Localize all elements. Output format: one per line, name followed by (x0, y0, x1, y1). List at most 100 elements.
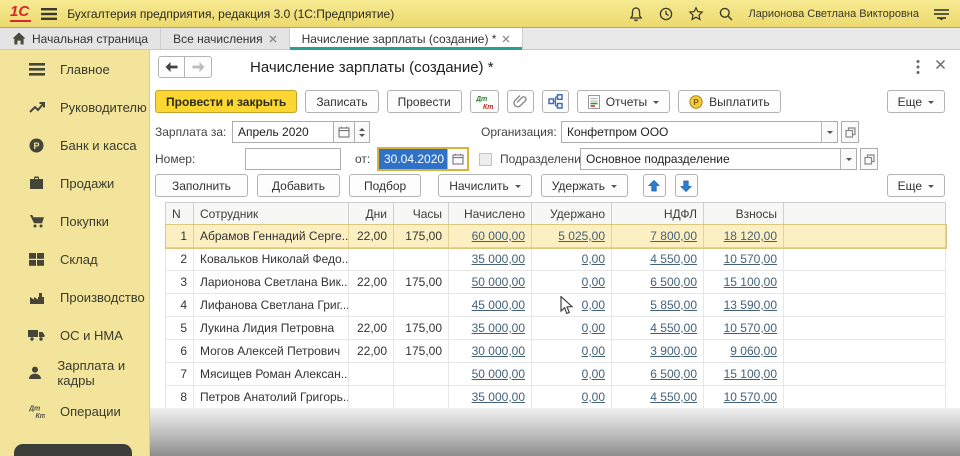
cell-fees[interactable]: 15 100,00 (704, 271, 784, 294)
cell-accrued[interactable]: 50 000,00 (449, 363, 532, 386)
dropdown-button[interactable] (821, 122, 837, 142)
cell-hours[interactable]: 175,00 (394, 317, 449, 340)
cell-ndfl[interactable]: 7 800,00 (612, 225, 704, 248)
cell-employee[interactable]: Лукина Лидия Петровна (194, 317, 349, 340)
more-button-table[interactable]: Еще (887, 174, 945, 197)
cell-days[interactable] (349, 248, 394, 271)
number-input[interactable] (245, 148, 341, 170)
add-button[interactable]: Добавить (257, 174, 340, 197)
cell-withheld[interactable]: 0,00 (532, 386, 612, 409)
col-header-ndfl[interactable]: НДФЛ (612, 203, 704, 225)
sidebar-item-bank-cash[interactable]: Р Банк и касса (0, 126, 149, 164)
date-input-focused[interactable]: 30.04.2020 (377, 147, 469, 171)
tab-home[interactable]: Начальная страница (0, 28, 161, 49)
cell-row-number[interactable]: 4 (166, 294, 194, 317)
col-header-withheld[interactable]: Удержано (532, 203, 612, 225)
cell-hours[interactable]: 175,00 (394, 340, 449, 363)
cell-accrued[interactable]: 45 000,00 (449, 294, 532, 317)
open-organization-button[interactable] (841, 121, 859, 143)
write-button[interactable]: Записать (305, 90, 378, 113)
fill-button[interactable]: Заполнить (155, 174, 248, 197)
cell-employee[interactable]: Абрамов Геннадий Серге... (194, 225, 349, 248)
cell-ndfl[interactable]: 3 900,00 (612, 340, 704, 363)
kebab-menu-icon[interactable] (916, 59, 920, 75)
accrue-button[interactable]: Начислить (438, 174, 531, 197)
cell-days[interactable]: 22,00 (349, 271, 394, 294)
cell-employee[interactable]: Мясищев Роман Алексан... (194, 363, 349, 386)
form-close-icon[interactable] (935, 59, 946, 70)
tab-close-icon[interactable] (502, 35, 510, 43)
current-user-name[interactable]: Ларионова Светлана Викторовна (748, 8, 919, 20)
tab-close-icon[interactable] (269, 35, 277, 43)
attachments-button[interactable] (507, 90, 534, 113)
cell-employee[interactable]: Петров Анатолий Григорь... (194, 386, 349, 409)
cell-employee[interactable]: Ларионова Светлана Вик... (194, 271, 349, 294)
cell-withheld[interactable]: 5 025,00 (532, 225, 612, 248)
post-and-close-button[interactable]: Провести и закрыть (155, 90, 297, 113)
cell-hours[interactable]: 175,00 (394, 225, 449, 248)
organization-input[interactable]: Конфетпром ООО (561, 121, 838, 143)
cell-row-number[interactable]: 6 (166, 340, 194, 363)
table-row[interactable]: 2 Ковальков Николай Федо... 35 000,00 0,… (166, 248, 946, 271)
cell-ndfl[interactable]: 5 850,00 (612, 294, 704, 317)
table-row[interactable]: 5 Лукина Лидия Петровна 22,00 175,00 35 … (166, 317, 946, 340)
sidebar-item-sales[interactable]: Продажи (0, 164, 149, 202)
cell-fees[interactable]: 9 060,00 (704, 340, 784, 363)
cell-hours[interactable] (394, 386, 449, 409)
cell-fees[interactable]: 10 570,00 (704, 248, 784, 271)
col-header-employee[interactable]: Сотрудник (194, 203, 349, 225)
pick-button[interactable]: Подбор (349, 174, 421, 197)
structure-links-button[interactable] (542, 90, 569, 113)
cell-days[interactable]: 22,00 (349, 317, 394, 340)
cell-ndfl[interactable]: 6 500,00 (612, 271, 704, 294)
salary-period-input[interactable]: Апрель 2020 (232, 121, 334, 143)
cell-employee[interactable]: Лифанова Светлана Григ... (194, 294, 349, 317)
sidebar-item-production[interactable]: Производство (0, 278, 149, 316)
tab-payroll-accrual[interactable]: Начисление зарплаты (создание) * (290, 28, 524, 49)
sidebar-next-item-stub[interactable] (14, 444, 132, 456)
hamburger-menu-icon[interactable] (41, 7, 57, 21)
cell-row-number[interactable]: 3 (166, 271, 194, 294)
cell-fees[interactable]: 15 100,00 (704, 363, 784, 386)
back-button[interactable] (158, 56, 185, 78)
move-row-down-button[interactable] (675, 174, 698, 197)
calendar-picker-button[interactable] (447, 149, 467, 169)
sidebar-item-fixed-assets[interactable]: ОС и НМА (0, 316, 149, 354)
cell-row-number[interactable]: 8 (166, 386, 194, 409)
cell-accrued[interactable]: 60 000,00 (449, 225, 532, 248)
more-button-toolbar[interactable]: Еще (887, 90, 945, 113)
cell-row-number[interactable]: 1 (166, 225, 194, 248)
cell-fees[interactable]: 18 120,00 (704, 225, 784, 248)
cell-days[interactable] (349, 294, 394, 317)
table-row[interactable]: 6 Могов Алексей Петрович 22,00 175,00 30… (166, 340, 946, 363)
dropdown-button[interactable] (840, 149, 856, 169)
cell-ndfl[interactable]: 6 500,00 (612, 363, 704, 386)
service-menu-icon[interactable] (933, 7, 950, 21)
cell-ndfl[interactable]: 4 550,00 (612, 317, 704, 340)
cell-withheld[interactable]: 0,00 (532, 271, 612, 294)
cell-days[interactable]: 22,00 (349, 225, 394, 248)
col-header-accrued[interactable]: Начислено (449, 203, 532, 225)
history-icon[interactable] (658, 6, 674, 22)
period-stepper[interactable] (355, 121, 370, 143)
sidebar-item-salary-hr[interactable]: Зарплата и кадры (0, 354, 149, 392)
cell-hours[interactable] (394, 294, 449, 317)
cell-ndfl[interactable]: 4 550,00 (612, 248, 704, 271)
sidebar-item-purchases[interactable]: Покупки (0, 202, 149, 240)
forward-button[interactable] (185, 56, 212, 78)
sidebar-item-warehouse[interactable]: Склад (0, 240, 149, 278)
cell-accrued[interactable]: 35 000,00 (449, 317, 532, 340)
cell-accrued[interactable]: 35 000,00 (449, 248, 532, 271)
table-row[interactable]: 3 Ларионова Светлана Вик... 22,00 175,00… (166, 271, 946, 294)
cell-days[interactable]: 22,00 (349, 340, 394, 363)
table-row[interactable]: 7 Мясищев Роман Алексан... 50 000,00 0,0… (166, 363, 946, 386)
tab-all-accruals[interactable]: Все начисления (161, 28, 290, 49)
post-button[interactable]: Провести (387, 90, 462, 113)
sidebar-item-operations[interactable]: ДтКт Операции (0, 392, 149, 430)
move-row-up-button[interactable] (643, 174, 666, 197)
sidebar-item-manager[interactable]: Руководителю (0, 88, 149, 126)
cell-days[interactable] (349, 386, 394, 409)
cell-fees[interactable]: 10 570,00 (704, 317, 784, 340)
cell-withheld[interactable]: 0,00 (532, 248, 612, 271)
cell-hours[interactable] (394, 363, 449, 386)
